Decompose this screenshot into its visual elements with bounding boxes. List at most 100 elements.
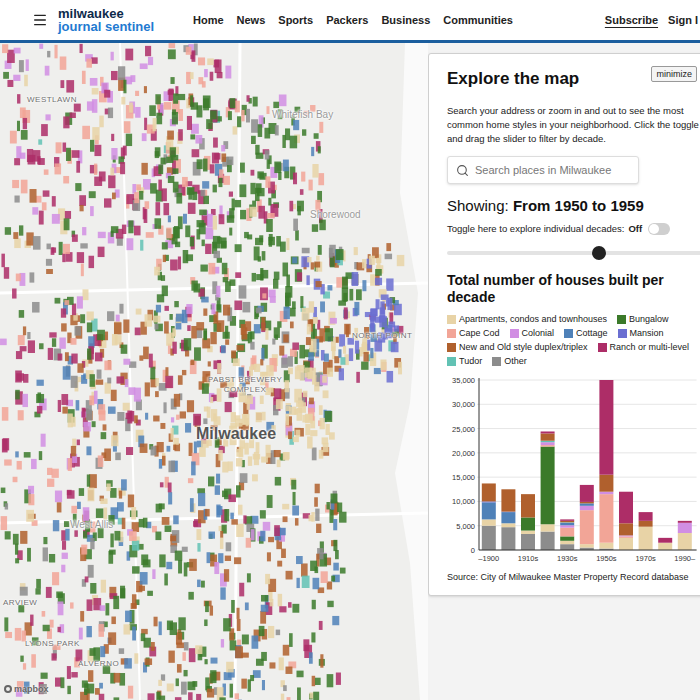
hamburger-icon[interactable] (32, 12, 48, 28)
parcel (0, 339, 7, 346)
site-logo[interactable]: milwaukeejournal sentinel (58, 7, 173, 33)
minimize-button[interactable]: minimize (651, 66, 697, 82)
parcel (168, 492, 172, 504)
parcel (87, 101, 94, 110)
parcel (65, 352, 69, 361)
parcel (80, 243, 87, 248)
legend-item[interactable]: New and Old style duplex/triplex (447, 342, 588, 353)
parcel (167, 446, 171, 452)
nav-link[interactable]: Communities (443, 12, 513, 29)
parcel (256, 412, 262, 422)
parcel (172, 342, 176, 354)
decade-toggle[interactable] (648, 223, 670, 235)
parcel (259, 235, 263, 242)
parcel (61, 308, 66, 317)
parcel (36, 196, 42, 203)
nav-link[interactable]: Business (381, 12, 430, 29)
legend-item[interactable]: Ranch or multi-level (598, 342, 690, 353)
legend-item[interactable]: Apartments, condos and townhouses (447, 314, 607, 325)
parcel (230, 684, 233, 698)
legend-item[interactable]: Bungalow (617, 314, 669, 325)
map-label: PABST BREWERY COMPLEX (200, 375, 290, 395)
parcel (140, 572, 148, 585)
parcel (276, 399, 283, 409)
parcel (131, 507, 136, 520)
parcel (173, 438, 178, 445)
parcel (135, 107, 140, 118)
nav-link[interactable]: Packers (326, 12, 368, 29)
parcel (125, 49, 133, 61)
parcel (120, 162, 125, 174)
parcel (325, 411, 333, 422)
sign-in-link[interactable]: Sign I (668, 12, 698, 29)
parcel (340, 568, 346, 574)
nav-link[interactable]: Sports (278, 12, 313, 29)
mapbox-logo[interactable]: mapbox (4, 683, 49, 697)
svg-text:15,000: 15,000 (452, 473, 475, 482)
legend-item[interactable]: Other (492, 356, 527, 367)
parcel (84, 689, 87, 695)
parcel (159, 554, 165, 567)
parcel (53, 520, 59, 531)
parcel (321, 571, 328, 583)
parcel (98, 232, 106, 238)
parcel (220, 537, 223, 548)
parcel (165, 526, 172, 532)
parcel (143, 207, 146, 219)
parcel (222, 491, 228, 498)
stacked-bar[interactable] (482, 483, 496, 550)
search-field[interactable]: Search places in Milwaukee (447, 156, 639, 184)
parcel (309, 398, 314, 405)
slider-thumb[interactable] (592, 246, 606, 260)
legend-item[interactable]: Cape Cod (447, 328, 500, 339)
parcel (104, 198, 111, 207)
parcel (246, 109, 250, 123)
stacked-bar[interactable] (580, 485, 594, 550)
nav-link[interactable]: News (237, 12, 266, 29)
stacked-bar[interactable] (639, 512, 653, 550)
parcel (330, 318, 337, 324)
parcel (184, 562, 188, 576)
parcel (269, 662, 275, 668)
stacked-bar[interactable] (658, 538, 672, 550)
legend-swatch (447, 315, 456, 324)
parcel (312, 600, 316, 609)
parcel (190, 360, 194, 365)
parcel (128, 495, 134, 508)
legend-item[interactable]: Mansion (618, 328, 664, 339)
subscribe-link[interactable]: Subscribe (605, 12, 658, 29)
legend-item[interactable]: Colonial (510, 328, 555, 339)
parcel (226, 157, 233, 166)
parcel (302, 576, 310, 588)
parcel (251, 136, 256, 144)
decade-slider[interactable] (447, 246, 700, 260)
parcel (136, 309, 142, 315)
search-icon (456, 164, 469, 177)
map[interactable]: WESTLAWNWhitefish BayShorewoodNORTH POIN… (0, 43, 428, 700)
parcel (108, 108, 113, 119)
legend-item[interactable]: Cottage (564, 328, 608, 339)
parcel (87, 348, 91, 359)
parcel (293, 120, 299, 130)
parcel (386, 243, 391, 251)
nav-link[interactable]: Home (193, 12, 224, 29)
parcel (274, 327, 280, 338)
stacked-bar[interactable] (619, 492, 633, 550)
parcel (77, 502, 81, 509)
map-canvas[interactable] (0, 43, 428, 700)
parcel (52, 214, 60, 224)
parcel (173, 182, 179, 193)
parcel (156, 692, 160, 700)
stacked-bar[interactable] (678, 521, 692, 550)
parcel (122, 518, 126, 529)
legend-item[interactable]: Tudor (447, 356, 482, 367)
parcel (124, 658, 132, 668)
parcel (256, 308, 262, 314)
stacked-bar[interactable] (560, 519, 574, 550)
stacked-bar[interactable] (501, 489, 515, 550)
stacked-bar[interactable] (541, 431, 555, 550)
parcel (169, 89, 174, 101)
parcel (260, 287, 268, 300)
stacked-bar[interactable] (599, 380, 613, 550)
stacked-bar[interactable] (521, 494, 535, 550)
